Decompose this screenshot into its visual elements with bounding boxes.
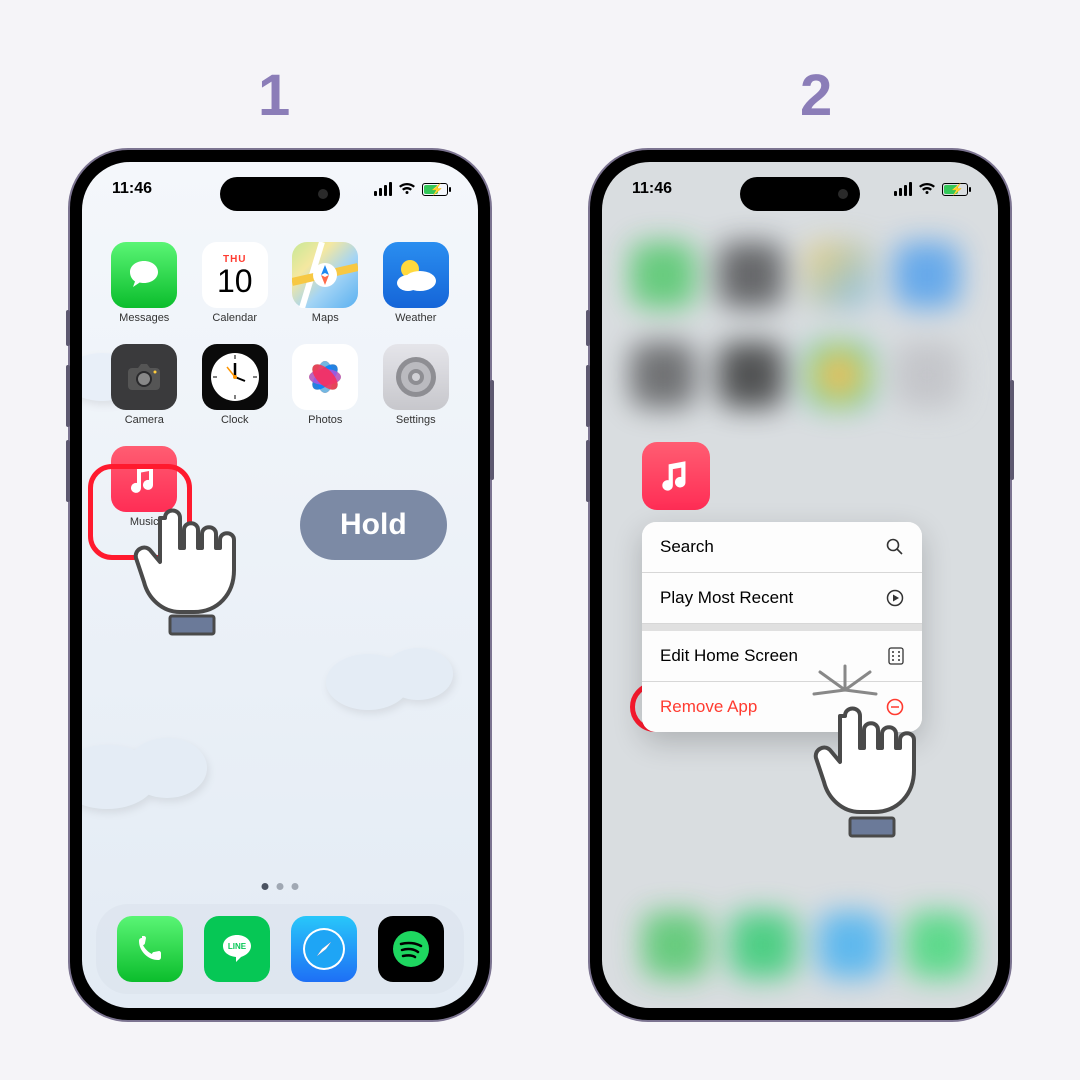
menu-label: Play Most Recent [660,588,793,608]
step-2-label: 2 [800,62,832,129]
menu-label: Edit Home Screen [660,646,798,666]
play-icon [886,589,904,607]
app-label: Calendar [212,312,257,324]
app-label: Music [130,516,159,528]
maps-icon [292,242,358,308]
step-1-label: 1 [258,62,290,129]
dock-phone[interactable] [117,916,183,982]
cloud-decoration [318,632,468,712]
calendar-icon: THU 10 [202,242,268,308]
dynamic-island [220,177,340,211]
menu-play-recent[interactable]: Play Most Recent [642,573,922,624]
messages-icon [111,242,177,308]
battery-icon: ⚡ [942,183,968,196]
menu-label: Remove App [660,697,757,717]
menu-label: Search [660,537,714,557]
app-clock[interactable]: Clock [195,344,276,426]
dock-spotify[interactable] [378,916,444,982]
settings-icon [383,344,449,410]
home-screen-1[interactable]: 11:46 ⚡ Messages TH [82,162,478,1008]
dock-line[interactable]: LINE [204,916,270,982]
photos-icon [292,344,358,410]
app-label: Maps [312,312,339,324]
menu-search[interactable]: Search [642,522,922,573]
app-label: Clock [221,414,249,426]
app-calendar[interactable]: THU 10 Calendar [195,242,276,324]
app-photos[interactable]: Photos [285,344,366,426]
app-label: Photos [308,414,342,426]
app-weather[interactable]: Weather [376,242,457,324]
app-label: Weather [395,312,436,324]
click-burst-icon [800,660,890,740]
app-settings[interactable]: Settings [376,344,457,426]
home-screen-2-context[interactable]: 11:46 ⚡ [602,162,998,1008]
app-messages[interactable]: Messages [104,242,185,324]
dock-safari[interactable] [291,916,357,982]
music-icon [111,446,177,512]
phone-frame-2: 11:46 ⚡ [590,150,1010,1020]
signal-icon [894,182,912,196]
hold-instruction: Hold [300,490,447,560]
app-maps[interactable]: Maps [285,242,366,324]
app-music[interactable]: Music [104,446,185,528]
svg-text:LINE: LINE [227,942,246,951]
battery-icon: ⚡ [422,183,448,196]
apps-grid-icon [888,647,904,665]
signal-icon [374,182,392,196]
status-time: 11:46 [112,180,152,198]
weather-icon [383,242,449,308]
phone-frame-1: 11:46 ⚡ Messages TH [70,150,490,1020]
app-label: Camera [125,414,164,426]
calendar-date: 10 [217,265,253,297]
page-indicator[interactable] [262,883,299,890]
dock: LINE [96,904,464,994]
clock-icon [202,344,268,410]
dynamic-island [740,177,860,211]
camera-icon [111,344,177,410]
app-label: Settings [396,414,436,426]
music-icon-focused[interactable] [642,442,710,510]
wifi-icon [918,182,936,196]
app-camera[interactable]: Camera [104,344,185,426]
status-time: 11:46 [632,180,672,198]
app-label: Messages [119,312,169,324]
search-icon [886,538,904,556]
wifi-icon [398,182,416,196]
cloud-decoration [82,722,222,812]
